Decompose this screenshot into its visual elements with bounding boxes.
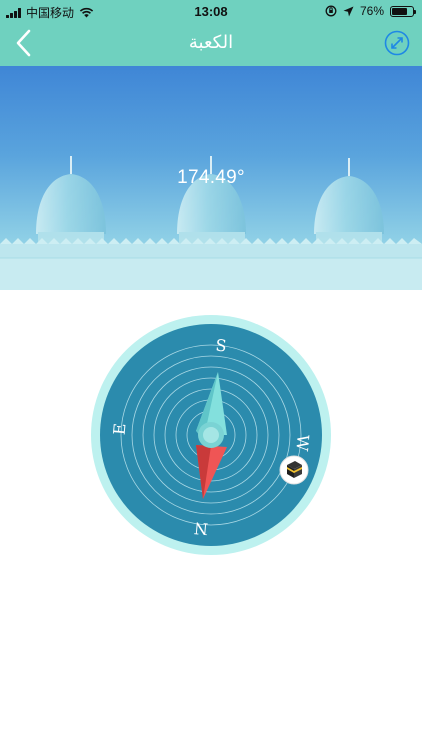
kaaba-marker xyxy=(279,455,309,485)
location-arrow-icon xyxy=(343,6,354,16)
page-title: الكعبة xyxy=(188,32,234,53)
compass-label-w: W xyxy=(292,434,312,453)
battery-fill xyxy=(392,7,408,15)
compass-dial: S N E W xyxy=(91,315,331,555)
status-bar: 中国移动 13:08 76% xyxy=(0,0,422,22)
qibla-degree: 174.49° xyxy=(177,167,245,188)
nav-bar: الكعبة xyxy=(0,22,422,66)
expand-arrows-icon xyxy=(384,30,410,56)
compass-label-n: N xyxy=(193,518,209,538)
orientation-lock-icon xyxy=(325,5,337,17)
compass-label-s: S xyxy=(215,336,228,356)
compass-label-e: E xyxy=(110,422,130,435)
battery-percent: 76% xyxy=(359,4,384,18)
hero-banner: 174.49° xyxy=(0,66,422,290)
compass[interactable]: S N E W xyxy=(91,315,331,555)
status-right: 76% xyxy=(325,4,416,18)
battery-icon xyxy=(390,5,416,17)
calibrate-button[interactable] xyxy=(384,30,410,56)
